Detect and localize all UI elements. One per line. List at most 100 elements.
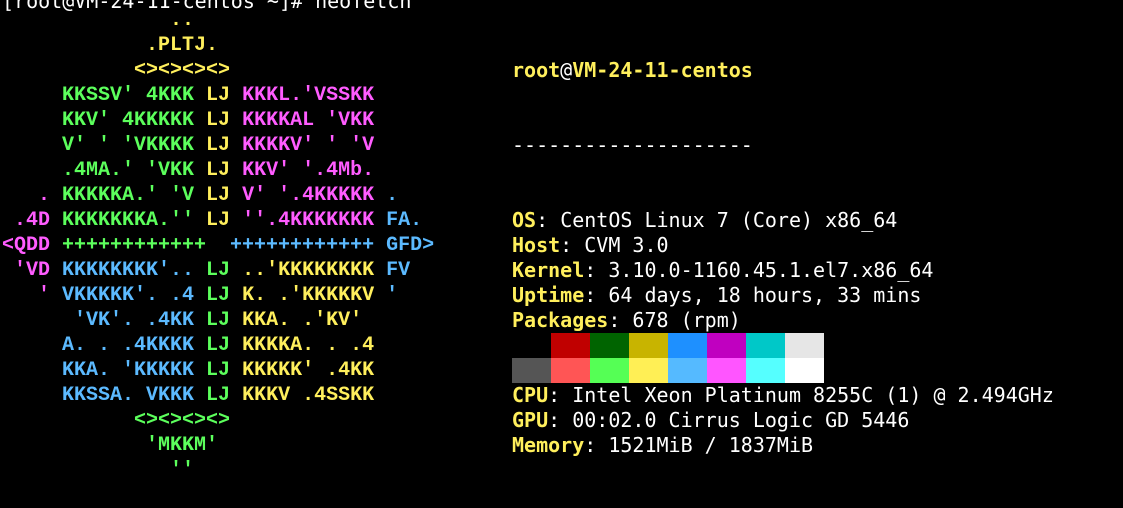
username: root (512, 58, 561, 82)
logo-segment: FV (386, 259, 411, 282)
color-swatch-bright-5 (707, 358, 746, 383)
logo-segment: KKV' '.4Mb. (230, 159, 375, 182)
info-row-kernel: Kernel: 3.10.0-1160.45.1.el7.x86_64 (512, 258, 1054, 283)
logo-segment: ..'KKKKKKKK (230, 259, 387, 282)
info-row-packages: Packages: 678 (rpm) (512, 308, 1054, 333)
color-swatch-normal-5 (707, 333, 746, 358)
color-palette (512, 333, 824, 383)
logo-segment: KKSSA. VKKK (2, 384, 207, 407)
info-label: Memory (512, 433, 585, 457)
info-separator: -------------------- (512, 133, 753, 157)
logo-line: KKSSA. VKKK LJ KKKV .4SSKK (2, 383, 434, 408)
info-colon: : (548, 408, 573, 432)
info-colon: : (584, 433, 609, 457)
logo-line: .4MA.' 'VKK LJ KKV' '.4Mb. (2, 158, 434, 183)
distro-logo-ascii-art: .. .PLTJ. <><><><> KKSSV' 4KKK LJ KKKL.'… (2, 8, 434, 483)
logo-segment: GFD> (386, 234, 435, 257)
logo-segment: .4MA.' 'VKK (2, 159, 207, 182)
hostname: VM-24-11-centos (572, 58, 753, 82)
info-colon: : (560, 233, 585, 257)
color-swatch-bright-7 (785, 358, 824, 383)
logo-segment: LJ (206, 134, 231, 157)
logo-line: '' (2, 458, 434, 483)
logo-segment: V' ' 'VKKKK (2, 134, 207, 157)
logo-segment: 'MKKM' (2, 434, 219, 457)
logo-line: . KKKKKA.' 'V LJ V' '.4KKKKK . (2, 183, 434, 208)
logo-segment: LJ (206, 209, 231, 232)
logo-line: 'VD KKKKKKKK'.. LJ ..'KKKKKKKK FV (2, 258, 434, 283)
info-label: CPU (512, 383, 549, 407)
logo-segment: VKKKKK'. .4 (62, 284, 207, 307)
info-row-cpu: CPU: Intel Xeon Platinum 8255C (1) @ 2.4… (512, 383, 1054, 408)
info-row-os: OS: CentOS Linux 7 (Core) x86_64 (512, 208, 1054, 233)
logo-line: ' VKKKKK'. .4 LJ K. .'KKKKKV ' (2, 283, 434, 308)
logo-line: <><><><> (2, 408, 434, 433)
logo-line: <><><><> (2, 58, 434, 83)
info-row-gpu: GPU: 00:02.0 Cirrus Logic GD 5446 (512, 408, 1054, 433)
logo-segment: KKKKKKKA.'' (62, 209, 207, 232)
logo-segment: LJ (206, 384, 231, 407)
logo-segment: KKSSV' 4KKK (2, 84, 207, 107)
info-label: Kernel (512, 258, 585, 282)
info-value: CVM 3.0 (584, 233, 669, 257)
system-info-panel: root@VM-24-11-centos -------------------… (512, 8, 1054, 508)
color-swatch-normal-6 (746, 333, 785, 358)
logo-segment: KKKL.'VSSKK (230, 84, 375, 107)
logo-line: V' ' 'VKKKK LJ KKKKV' ' 'V (2, 133, 434, 158)
info-colon: : (584, 258, 609, 282)
logo-segment: KKA. 'KKKKK (2, 359, 207, 382)
logo-segment: .. (2, 9, 195, 32)
color-swatch-normal-4 (668, 333, 707, 358)
logo-segment: LJ (206, 284, 231, 307)
info-label: Host (512, 233, 561, 257)
logo-line: KKV' 4KKKKK LJ KKKKAL 'VKK (2, 108, 434, 133)
logo-segment: LJ (206, 334, 231, 357)
info-value: CentOS Linux 7 (Core) x86_64 (560, 208, 898, 232)
info-row-uptime: Uptime: 64 days, 18 hours, 33 mins (512, 283, 1054, 308)
logo-segment: <QDD (2, 234, 63, 257)
logo-segment: . (386, 184, 399, 207)
info-label: Uptime (512, 283, 585, 307)
info-value: 678 (rpm) (632, 308, 741, 332)
color-swatch-bright-0 (512, 358, 551, 383)
info-colon: : (536, 208, 561, 232)
logo-segment: K. .'KKKKKV (230, 284, 387, 307)
info-label: Packages (512, 308, 609, 332)
info-row-memory: Memory: 1521MiB / 1837MiB (512, 433, 1054, 458)
logo-segment: KKKV .4SSKK (230, 384, 375, 407)
logo-segment: LJ (206, 309, 231, 332)
logo-segment: LJ (206, 359, 231, 382)
logo-segment: ' (386, 284, 399, 307)
logo-line: .4D KKKKKKKA.'' LJ ''.4KKKKKKK FA. (2, 208, 434, 233)
logo-segment: KKV' 4KKKKK (2, 109, 207, 132)
logo-segment: KKKKKA.' 'V (62, 184, 207, 207)
color-swatch-normal-3 (629, 333, 668, 358)
color-swatch-normal-0 (512, 333, 551, 358)
logo-segment: . (2, 184, 63, 207)
logo-segment: .PLTJ. (2, 34, 219, 57)
info-label: GPU (512, 408, 549, 432)
logo-segment: ' (2, 284, 63, 307)
logo-line: <QDD ++++++++++++ ++++++++++++ GFD> (2, 233, 434, 258)
logo-segment: 'VK'. .4KK (2, 309, 207, 332)
info-value: 3.10.0-1160.45.1.el7.x86_64 (608, 258, 934, 282)
color-swatch-normal-1 (551, 333, 590, 358)
at-sign: @ (560, 58, 573, 82)
logo-segment: FA. (386, 209, 423, 232)
color-swatch-normal-7 (785, 333, 824, 358)
logo-segment: <><><><> (2, 59, 231, 82)
color-swatch-bright-3 (629, 358, 668, 383)
color-swatch-bright-2 (590, 358, 629, 383)
color-swatch-bright-1 (551, 358, 590, 383)
logo-segment: '' (2, 459, 195, 482)
logo-segment: V' '.4KKKKK (230, 184, 387, 207)
color-swatch-normal-2 (590, 333, 629, 358)
logo-segment: KKKKKKKK'.. (62, 259, 207, 282)
info-colon: : (548, 383, 573, 407)
logo-segment: ++++++++++++ (62, 234, 231, 257)
terminal-window[interactable]: [root@VM-24-11-centos ~]# neofetch .. .P… (0, 0, 1123, 484)
logo-segment: LJ (206, 84, 231, 107)
logo-line: KKSSV' 4KKK LJ KKKL.'VSSKK (2, 83, 434, 108)
logo-segment: ''.4KKKKKKK (230, 209, 387, 232)
logo-segment: 'VD (2, 259, 63, 282)
